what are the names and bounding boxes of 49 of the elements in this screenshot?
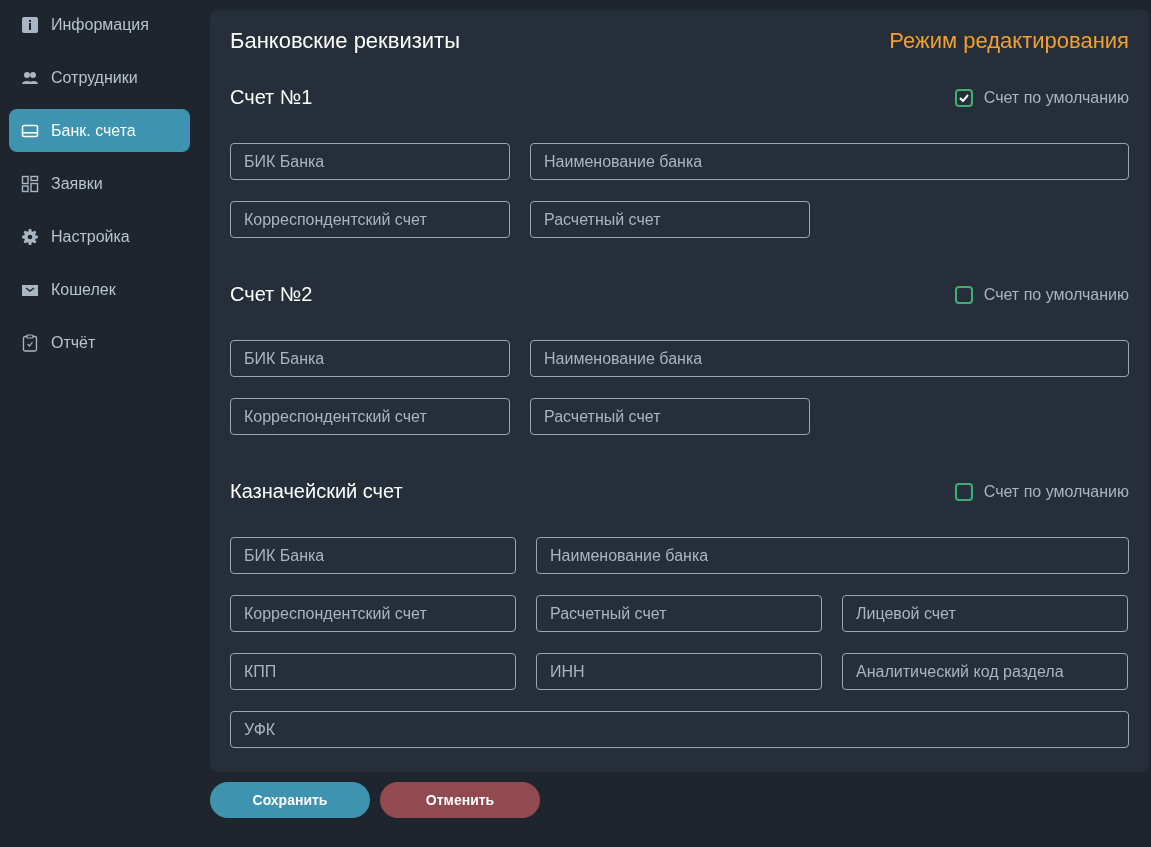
input-field[interactable]: Наименование банка <box>536 537 1129 574</box>
input-field[interactable]: БИК Банка <box>230 143 510 180</box>
section-title: Счет №2 <box>230 283 313 306</box>
input-field[interactable]: Наименование банка <box>530 143 1129 180</box>
sidebar-item-label: Отчёт <box>51 333 96 352</box>
input-field[interactable]: Наименование банка <box>530 340 1129 377</box>
sidebar-item[interactable]: Отчёт <box>9 321 190 364</box>
edit-mode-label: Режим редактирования <box>889 28 1129 54</box>
checkbox-label: Счет по умолчанию <box>983 285 1129 304</box>
check-icon <box>958 93 969 102</box>
sidebar-item[interactable]: Информация <box>9 3 190 46</box>
input-field[interactable]: Аналитический код раздела <box>842 653 1128 690</box>
input-field[interactable]: Расчетный счет <box>536 595 822 632</box>
input-field[interactable]: Расчетный счет <box>530 398 810 435</box>
grid-icon <box>21 174 39 193</box>
sidebar-item[interactable]: Кошелек <box>9 268 190 311</box>
input-field[interactable]: Корреспондентский счет <box>230 201 510 238</box>
input-field[interactable]: Лицевой счет <box>842 595 1128 632</box>
sidebar-item-label: Информация <box>51 15 149 34</box>
default-checkbox[interactable] <box>954 88 973 107</box>
input-field[interactable]: ИНН <box>536 653 822 690</box>
checkbox-label: Счет по умолчанию <box>983 482 1129 501</box>
input-field[interactable]: КПП <box>230 653 516 690</box>
input-field[interactable]: Корреспондентский счет <box>230 398 510 435</box>
input-field[interactable]: УФК <box>230 711 1129 748</box>
info-icon <box>21 15 39 34</box>
sidebar-item[interactable]: Настройка <box>9 215 190 258</box>
default-checkbox[interactable] <box>954 285 973 304</box>
sidebar-item-label: Заявки <box>51 174 103 193</box>
section-title: Казначейский счет <box>230 480 403 503</box>
sidebar-item[interactable]: Банк. счета <box>9 109 190 152</box>
sidebar-item[interactable]: Заявки <box>9 162 190 205</box>
sidebar-item[interactable]: Сотрудники <box>9 56 190 99</box>
sidebar-item-label: Кошелек <box>51 280 116 299</box>
save-button[interactable]: Сохранить <box>210 782 370 818</box>
input-field[interactable]: Расчетный счет <box>530 201 810 238</box>
section-title: Счет №1 <box>230 86 313 109</box>
cancel-button[interactable]: Отменить <box>380 782 540 818</box>
gear-icon <box>21 227 39 246</box>
panel-title: Банковские реквизиты <box>230 28 460 54</box>
default-checkbox[interactable] <box>954 482 973 501</box>
checkbox-label: Счет по умолчанию <box>983 88 1129 107</box>
sidebar-item-label: Сотрудники <box>51 68 138 87</box>
input-field[interactable]: Корреспондентский счет <box>230 595 516 632</box>
sidebar-item-label: Настройка <box>51 227 130 246</box>
input-field[interactable]: БИК Банка <box>230 537 516 574</box>
clipboard-icon <box>21 333 39 352</box>
input-field[interactable]: БИК Банка <box>230 340 510 377</box>
sidebar-item-label: Банк. счета <box>51 121 136 140</box>
